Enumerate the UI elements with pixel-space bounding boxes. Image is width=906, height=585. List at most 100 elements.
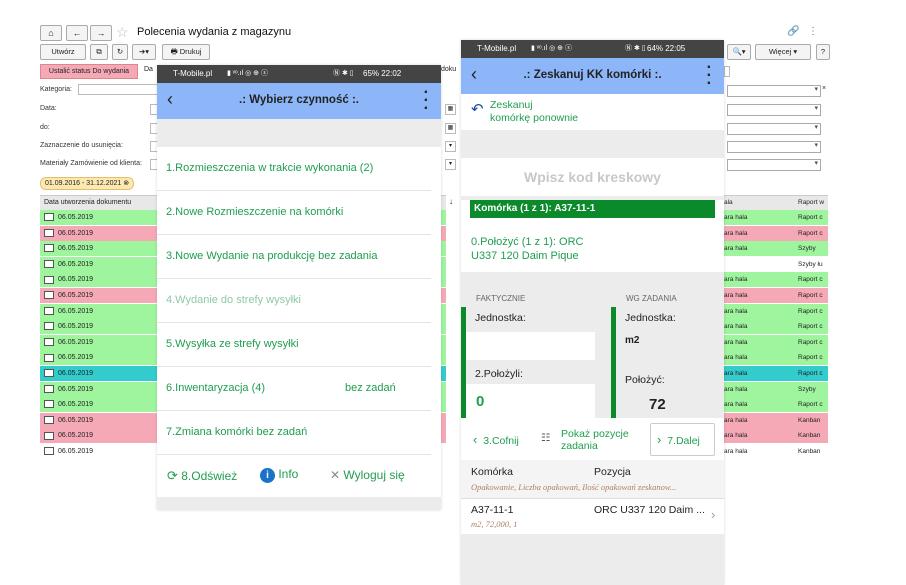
menu-item[interactable]: 3.Nowe Wydanie na produkcję bez zadania (157, 235, 431, 279)
document-icon (44, 213, 54, 222)
menu-item[interactable]: 7.Zmiana komórki bez zadań (157, 411, 431, 455)
table-row-right[interactable]: ara hala Raport c (724, 303, 828, 319)
search-dropdown-icon[interactable]: 🔍▾ (727, 44, 751, 60)
row-date: 06.05.2019 (58, 416, 94, 424)
row-date: 06.05.2019 (58, 323, 94, 331)
sort-down-icon[interactable]: ↓ (449, 197, 453, 206)
column-date-header[interactable]: Data utworzenia dokumentu (44, 199, 131, 206)
placed-input[interactable]: 0 (466, 384, 595, 418)
column-report-header[interactable]: Raport w (798, 196, 824, 210)
row-date: 06.05.2019 (58, 354, 94, 362)
table-row-right[interactable]: ara hala Raport c (724, 334, 828, 350)
screen-title-2: .: Zeskanuj KK komórki :. (523, 69, 662, 81)
table-row-right[interactable]: ara hala Kanban (724, 428, 828, 444)
refresh-doc-icon[interactable]: ↻ (112, 44, 128, 60)
screen-title: .: Wybierz czynność :. (239, 94, 359, 106)
print-button[interactable]: 🖶 Drukuj (162, 44, 210, 60)
row-hall: ara hala (724, 307, 748, 315)
row-report: Raport c (798, 307, 823, 315)
row-hall: ara hala (724, 385, 748, 393)
row-hall: ara hala (724, 276, 748, 284)
clear-x-icon[interactable]: × (822, 85, 826, 92)
logout-button[interactable]: ✕ Wyloguj się (330, 468, 405, 482)
more-label: Więcej (768, 47, 792, 56)
star-icon[interactable]: ☆ (116, 24, 129, 41)
copy-icon[interactable]: ⧉ (90, 44, 108, 60)
menu-item[interactable]: 4.Wydanie do strefy wysyłki (157, 279, 431, 323)
document-icon (44, 322, 54, 331)
table-row-right[interactable]: ara hala Raport c (724, 350, 828, 366)
marked-dropdown-icon[interactable]: ▾ (445, 141, 456, 152)
home-icon[interactable]: ⌂ (40, 25, 62, 41)
table-row-right[interactable]: ara hala Kanban (724, 412, 828, 428)
menu-item[interactable]: 6.Inwentaryzacja (4) bez zadań (157, 367, 431, 411)
to-place-value: 72 (649, 396, 666, 413)
column-hall-header[interactable]: ala (724, 199, 733, 206)
row-report: Kanban (798, 432, 821, 440)
refresh-button[interactable]: ⟳ 8.Odśwież (167, 468, 237, 484)
rescan-button[interactable]: ↶ Zeskanuj komórkę ponownie (461, 94, 724, 131)
create-button[interactable]: Utwórz (40, 44, 86, 60)
battery-time-label-2: 64% 22:05 (647, 44, 686, 53)
app-bar-2: ‹ .: Zeskanuj KK komórki :. · · · (461, 58, 724, 94)
marked-select[interactable] (727, 141, 821, 153)
right-table-header: ala Raport w (724, 195, 828, 211)
info-button[interactable]: i Info (260, 467, 298, 483)
table-row-right[interactable]: ara hala Szyby (724, 241, 828, 257)
table-row-right[interactable]: ara hala Kanban (724, 444, 828, 459)
barcode-input[interactable]: Wpisz kod kreskowy (461, 158, 724, 196)
table-row-right[interactable]: Szyby łu (724, 256, 828, 272)
row-position-value: ORC U337 120 Daim ... (594, 504, 705, 516)
row-hall: ara hala (724, 229, 748, 237)
menu-item[interactable]: 2.Nowe Rozmieszczenie na komórki (157, 191, 431, 235)
overflow-menu-icon[interactable]: · · · (424, 85, 429, 117)
back-button[interactable]: ‹ 3.Cofnij (473, 432, 519, 447)
forward-arrow-icon[interactable]: → (90, 25, 112, 41)
spacer-2 (461, 130, 724, 158)
category-select[interactable] (727, 85, 821, 97)
row-date: 06.05.2019 (58, 260, 94, 268)
table-row-right[interactable]: ara hala Raport c (724, 319, 828, 335)
send-dropdown-icon[interactable]: ➔▾ (132, 44, 156, 60)
table-row-right[interactable]: ara hala Raport c (724, 397, 828, 413)
menu-dots-icon[interactable]: ⋮ (808, 26, 818, 37)
back-arrow-icon[interactable]: ← (66, 25, 88, 41)
right-input-edge[interactable] (724, 66, 730, 77)
row-report: Raport c (798, 292, 823, 299)
menu-item-label: 6.Inwentaryzacja (4) (166, 382, 266, 394)
signal-icon-2: ▮ ᵛᵒ.ıl ◎ ⊕ ⓢ (531, 45, 572, 52)
materials-select[interactable] (727, 159, 821, 171)
materials-dropdown-icon[interactable]: ▾ (445, 159, 456, 170)
table-row-right[interactable]: ara hala Raport c (724, 210, 828, 225)
chip-close-icon[interactable]: ⊗ (123, 180, 129, 187)
actual-unit-input[interactable] (466, 332, 595, 360)
date-to-select[interactable] (727, 123, 821, 135)
put-instruction: 0.Położyć (1 z 1): ORC U337 120 Daim Piqu… (471, 235, 583, 263)
link-icon[interactable]: 🔗 (787, 26, 799, 37)
next-button[interactable]: › 7.Dalej (650, 423, 715, 456)
chevron-right-icon: › (657, 432, 662, 447)
table-row-right[interactable]: ara hala Raport c (724, 272, 828, 288)
help-icon[interactable]: ? (816, 44, 830, 60)
task-table-row[interactable]: A37-11-1 ORC U337 120 Daim ... m2, 72,00… (461, 498, 724, 534)
date-select[interactable] (727, 104, 821, 116)
row-hall: ara hala (724, 338, 748, 346)
row-report: Raport c (798, 214, 823, 221)
menu-item[interactable]: 5.Wysyłka ze strefy wysyłki (157, 323, 431, 367)
nfc-bt-icon: Ⓝ ✱ ▯ (333, 70, 354, 77)
table-row-right[interactable]: ara hala Szyby (724, 381, 828, 397)
category-input[interactable] (78, 84, 160, 95)
table-row-right[interactable]: ara hala Raport c (724, 366, 828, 381)
date-range-chip[interactable]: 01.09.2016 - 31.12.2021 ⊗ (40, 177, 135, 190)
row-report: Szyby (798, 245, 816, 253)
set-status-button[interactable]: Ustalić status Do wydania (40, 64, 138, 79)
calendar-to-icon[interactable]: ▦ (445, 123, 456, 134)
row-report: Szyby łu (798, 260, 823, 268)
table-row-right[interactable]: ara hala Raport c (724, 288, 828, 303)
overflow-menu-icon-2[interactable]: · · · (707, 60, 712, 92)
table-row-right[interactable]: ara hala Raport c (724, 225, 828, 241)
more-button[interactable]: Więcej ▾ (755, 44, 811, 60)
menu-item[interactable]: 1.Rozmieszczenia w trakcie wykonania (2) (157, 147, 431, 191)
document-icon (44, 337, 54, 346)
calendar-icon[interactable]: ▦ (445, 104, 456, 115)
